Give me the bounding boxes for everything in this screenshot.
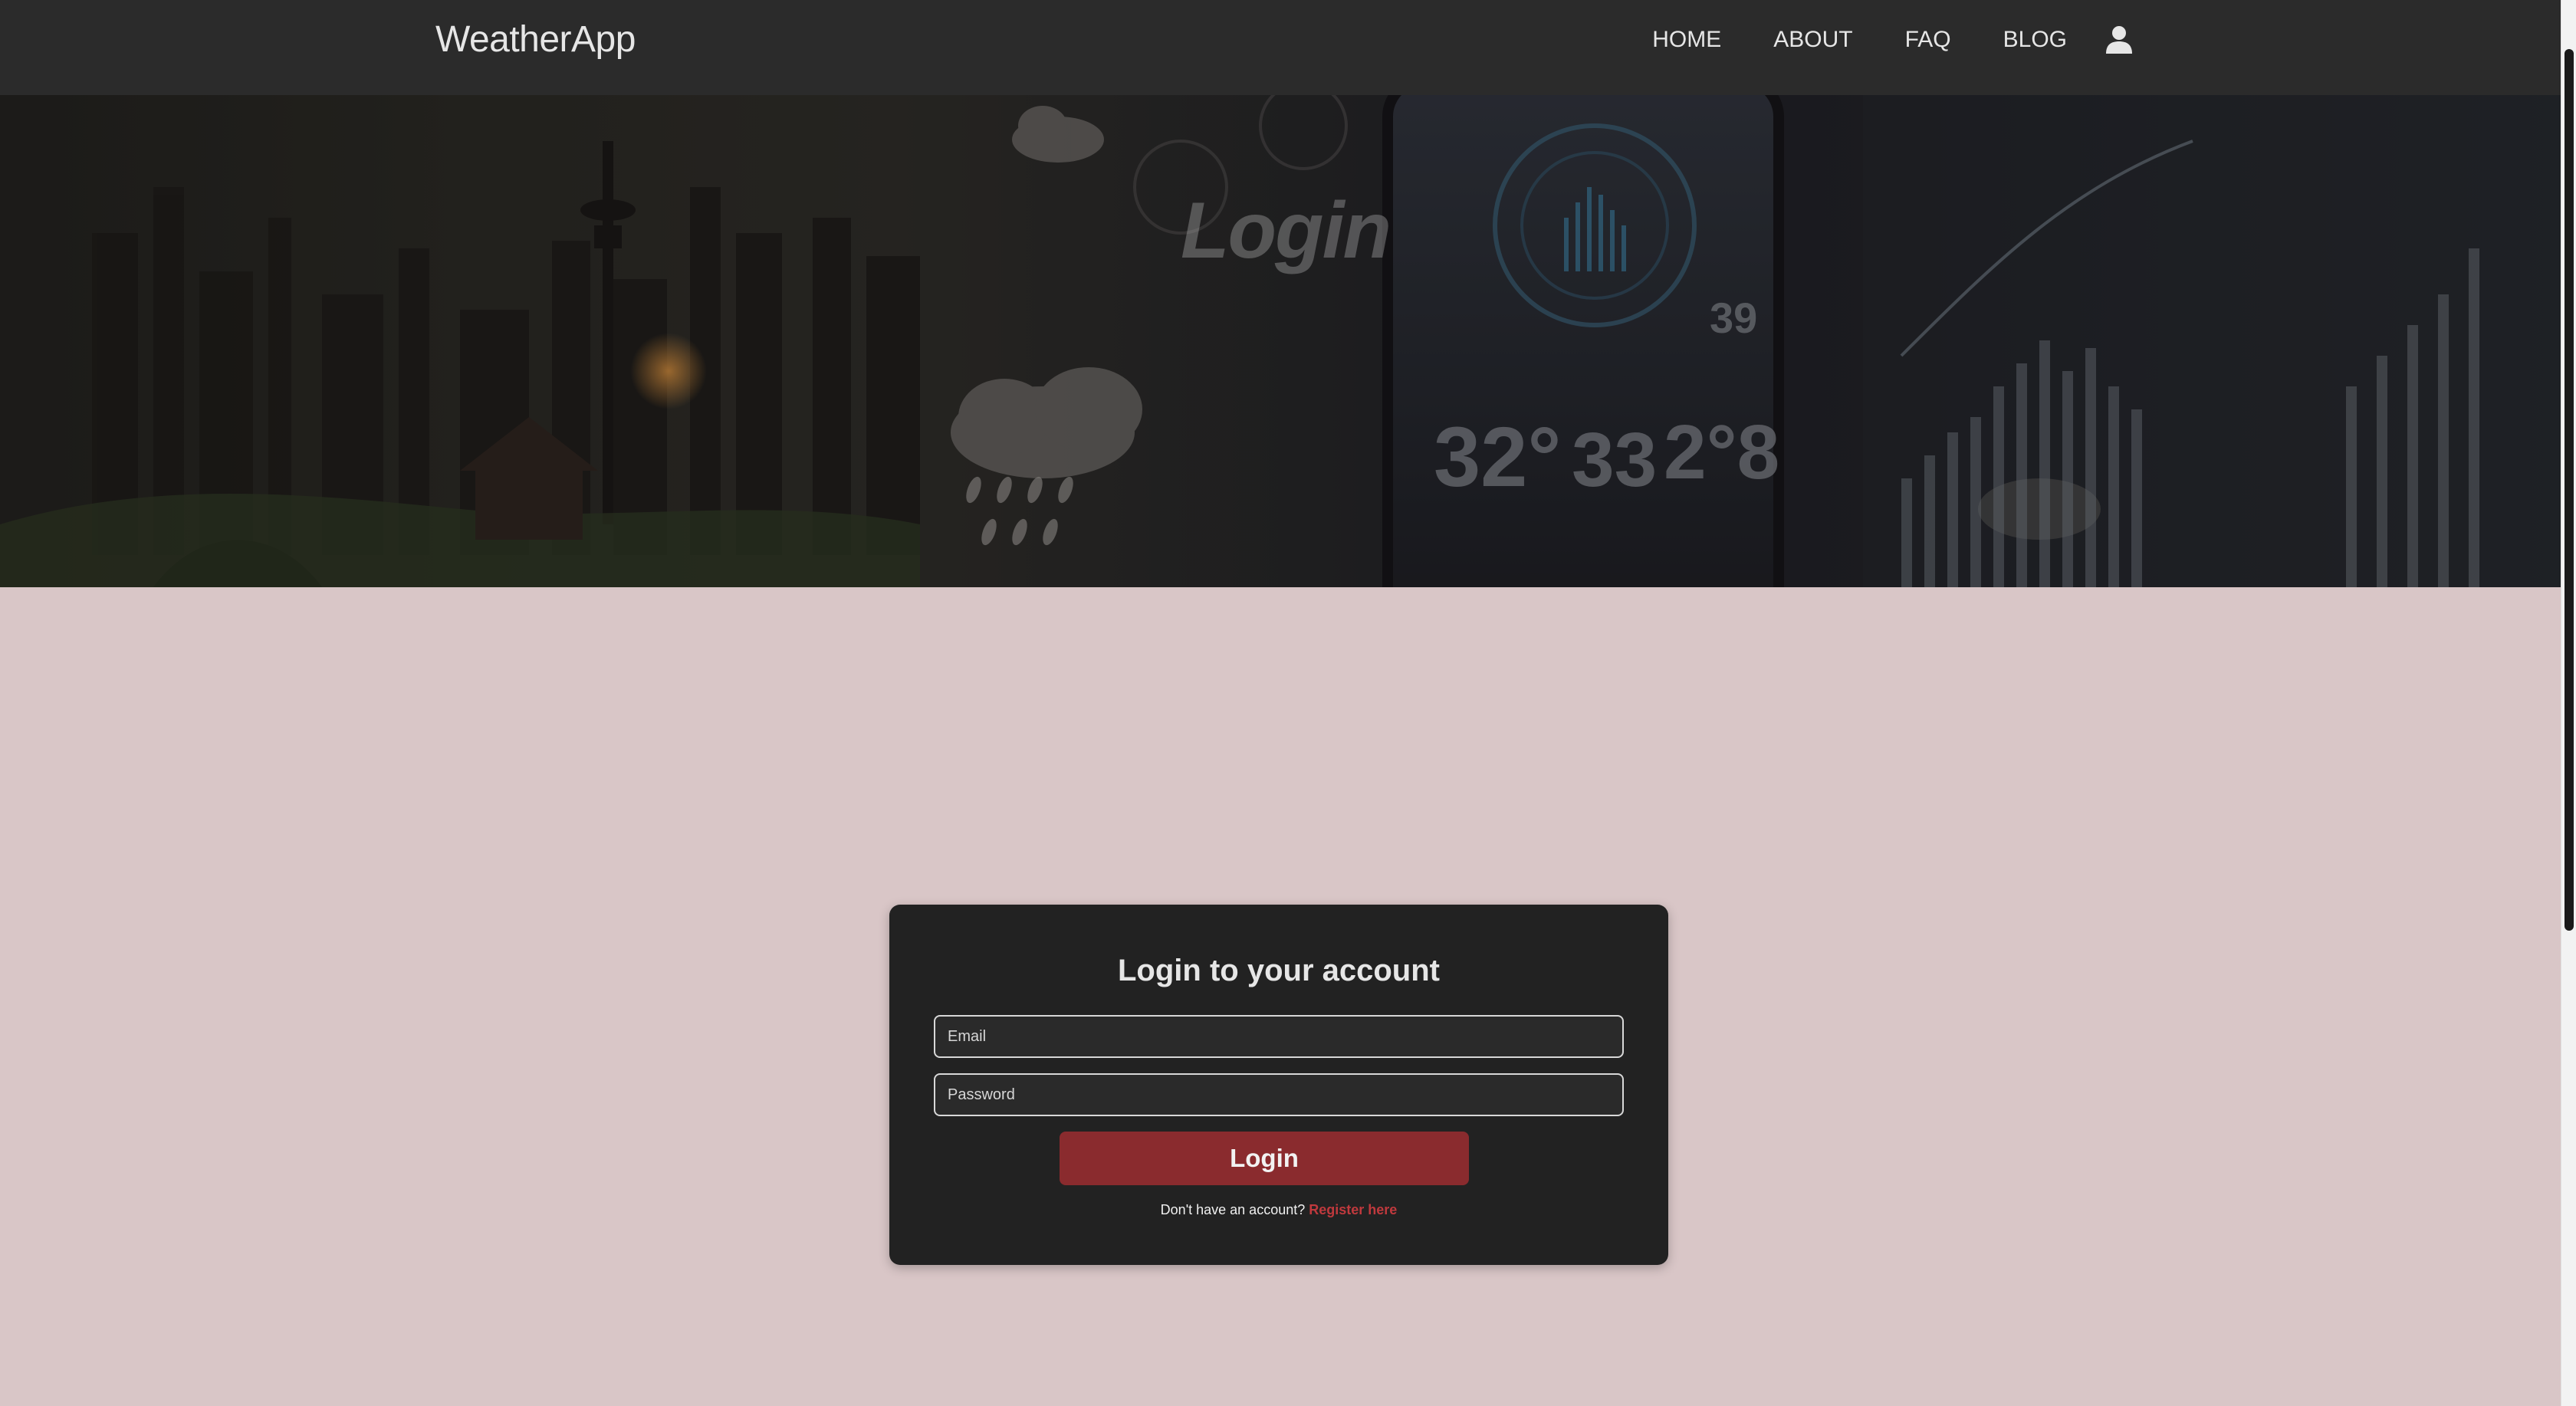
register-row: Don't have an account? Register here <box>889 1202 1668 1218</box>
nav-menu: HOME ABOUT FAQ BLOG <box>1600 23 2134 57</box>
nav-blog-link[interactable]: BLOG <box>2003 23 2067 57</box>
nav-home-link[interactable]: HOME <box>1652 23 1721 57</box>
nav-about-link[interactable]: ABOUT <box>1773 23 1852 57</box>
email-input[interactable] <box>934 1015 1624 1058</box>
register-prompt: Don't have an account? <box>1160 1202 1309 1217</box>
user-icon[interactable] <box>2104 25 2134 55</box>
page-scrollbar[interactable] <box>2561 0 2576 1406</box>
top-navbar: WeatherApp HOME ABOUT FAQ BLOG <box>0 0 2561 95</box>
password-input[interactable] <box>934 1073 1624 1116</box>
register-link[interactable]: Register here <box>1309 1202 1397 1217</box>
hero-banner: 32° 33 2°8 39 Login <box>0 95 2561 587</box>
nav-faq-link[interactable]: FAQ <box>1905 23 1951 57</box>
scrollbar-thumb[interactable] <box>2564 49 2574 931</box>
login-card: Login to your account Login Don't have a… <box>889 905 1668 1265</box>
hero-title: Login <box>1181 186 1392 275</box>
login-title: Login to your account <box>1118 954 1440 987</box>
hero-overlay <box>0 95 2561 587</box>
brand-logo[interactable]: WeatherApp <box>435 17 636 63</box>
login-button[interactable]: Login <box>1060 1132 1469 1185</box>
